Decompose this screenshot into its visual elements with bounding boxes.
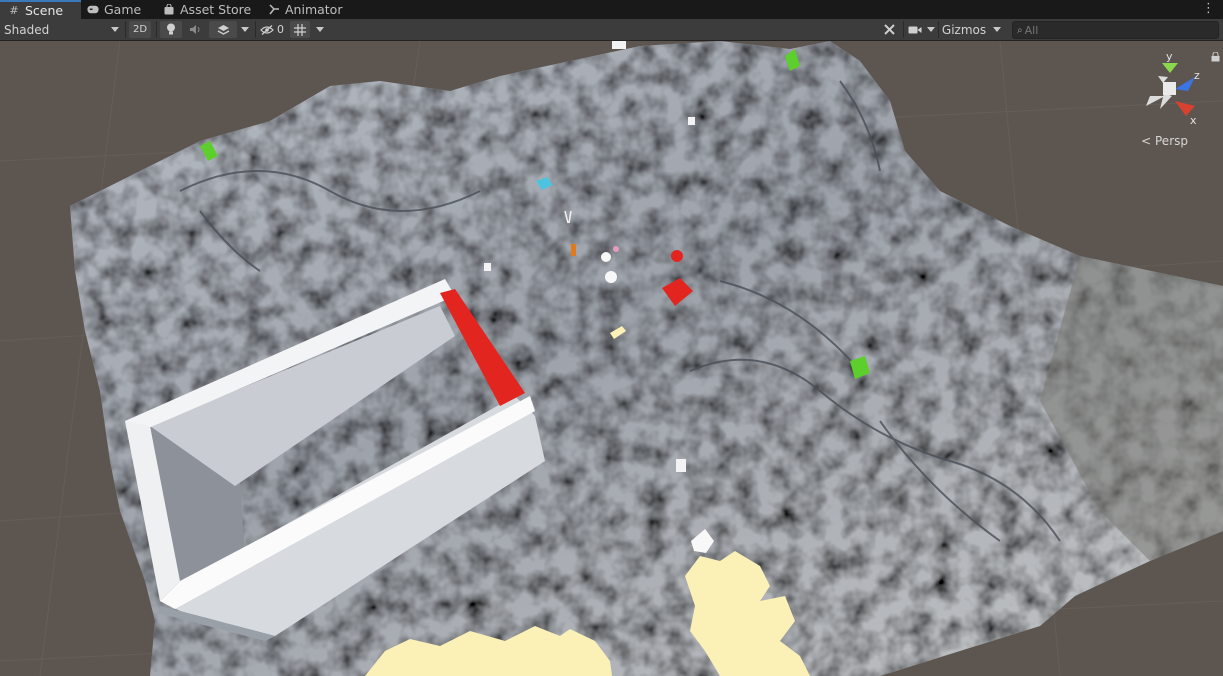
orientation-gizmo[interactable]: y z x [1146, 50, 1200, 127]
toggle-2d-button[interactable]: 2D [129, 21, 151, 38]
scene-canvas[interactable]: y z x [0, 41, 1223, 676]
hidden-objects-toggle[interactable]: 0 [258, 21, 286, 38]
more-options-icon[interactable]: ⋮ [1202, 1, 1215, 16]
axis-z-cone [1175, 77, 1195, 91]
search-icon: ⌕ [1017, 24, 1023, 36]
tab-asset-store-label: Asset Store [180, 2, 252, 17]
chevron-down-icon [111, 27, 119, 32]
white-block-top [612, 41, 626, 49]
search-input[interactable] [1022, 23, 1197, 37]
axis-y-label: y [1166, 50, 1173, 63]
layers-icon [217, 24, 229, 35]
axis-y-cone [1162, 63, 1178, 73]
projection-label: Persp [1155, 134, 1188, 148]
bag-icon [163, 4, 175, 16]
camera-dropdown[interactable] [925, 21, 937, 38]
tab-scene-label: Scene [25, 3, 64, 18]
tab-animator-label: Animator [285, 2, 343, 17]
projection-toggle[interactable]: < Persp [1141, 134, 1188, 148]
tab-game[interactable]: Game [87, 0, 141, 19]
toggle-2d-label: 2D [132, 24, 148, 35]
grid-toggle-button[interactable] [290, 21, 310, 38]
axis-z-label: z [1194, 69, 1200, 82]
hidden-count: 0 [277, 23, 284, 36]
effects-toggle-button[interactable] [209, 21, 237, 38]
animator-icon [268, 4, 280, 16]
effects-dropdown[interactable] [238, 21, 252, 38]
tab-scene[interactable]: # Scene [0, 0, 81, 19]
red-sphere [671, 250, 683, 262]
gizmos-label: Gizmos [941, 22, 987, 37]
gizmo-center-cube [1163, 82, 1176, 95]
camera-settings-button[interactable] [906, 21, 924, 38]
audio-toggle-button[interactable] [184, 21, 206, 38]
grid-icon: # [9, 4, 19, 17]
orange-object [571, 244, 576, 256]
scene-viewport[interactable]: y z x < Persp [0, 41, 1223, 676]
chevron-down-icon [241, 27, 249, 32]
shading-mode-value: Shaded [4, 22, 50, 37]
lightbulb-icon [167, 23, 175, 35]
editor-tab-bar: # Scene Game Asset Store Animator ⋮ [0, 0, 1223, 19]
eye-slash-icon [260, 24, 274, 35]
chevron-down-icon [316, 27, 324, 32]
gizmos-dropdown[interactable] [990, 21, 1004, 38]
camera-icon [908, 26, 922, 33]
tools-icon [883, 24, 895, 35]
lighting-toggle-button[interactable] [160, 21, 182, 38]
tab-asset-store[interactable]: Asset Store [163, 0, 251, 19]
tools-button[interactable] [877, 21, 901, 38]
chevron-left-icon: < [1141, 134, 1152, 148]
speaker-icon [189, 25, 199, 34]
scene-toolbar: Shaded 2D 0 Gizmos ⌕ All [0, 19, 1223, 41]
gamepad-icon [87, 4, 99, 16]
tab-animator[interactable]: Animator [268, 0, 342, 19]
search-field[interactable]: ⌕ [1012, 21, 1219, 39]
grid-dropdown[interactable] [312, 21, 328, 38]
axis-x-label: x [1190, 114, 1197, 127]
chevron-down-icon [993, 27, 1001, 32]
gizmos-button[interactable]: Gizmos [941, 21, 987, 38]
shading-mode-dropdown[interactable]: Shaded [4, 21, 122, 38]
grid-icon [294, 23, 306, 36]
tab-game-label: Game [104, 2, 142, 17]
chevron-down-icon [927, 27, 935, 32]
